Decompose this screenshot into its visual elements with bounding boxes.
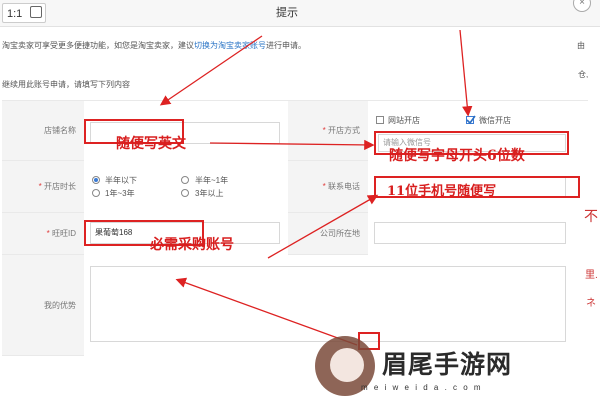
watermark-title: 眉尾手游网 (382, 350, 513, 379)
arrow (209, 139, 375, 151)
arrow (459, 29, 473, 117)
watermark-url: m e i w e i d a . c o m (361, 383, 483, 392)
annotation-arrows (159, 29, 473, 346)
arrow (159, 35, 263, 106)
watermark-logo-inner (330, 348, 364, 382)
arrow (267, 194, 379, 259)
arrow (175, 277, 358, 346)
